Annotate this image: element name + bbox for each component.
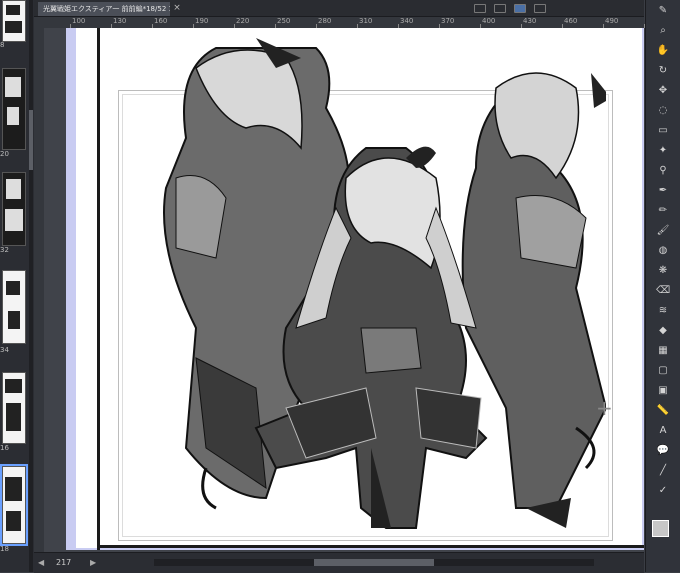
page-thumbnail[interactable]: [2, 172, 26, 246]
page-number: 34: [0, 346, 9, 354]
scrollbar-thumb[interactable]: [314, 559, 434, 566]
document-tab-bar: 光翼戦姫エクスティア一 前前編*18/52 19/52 ×: [34, 0, 644, 17]
page-thumbnail[interactable]: [2, 0, 26, 42]
ruler-tick-label: 280: [318, 17, 332, 25]
view-toggle-icon[interactable]: [474, 4, 486, 13]
correct-icon[interactable]: ✓: [656, 484, 670, 498]
ruler-tick-label: 190: [195, 17, 209, 25]
ruler-tick-label: 100: [72, 17, 86, 25]
view-toggle-icon[interactable]: [534, 4, 546, 13]
lasso-icon[interactable]: ◌: [656, 104, 670, 118]
line-icon[interactable]: ╱: [656, 464, 670, 478]
ruler-tick-label: 220: [236, 17, 250, 25]
character-right: [461, 72, 606, 528]
scrollbar-thumb[interactable]: [29, 110, 33, 170]
view-controls: [464, 0, 664, 15]
figure-icon[interactable]: ▢: [656, 364, 670, 378]
ruler-tick-label: 400: [482, 17, 496, 25]
ruler-tick-label: 430: [523, 17, 537, 25]
tool-palette: ✎ ⌕ ✋ ↻ ✥ ◌ ▭ ✦ ⚲ ✒ ✏ 🖌 ◍ ❋ ⌫ ≋ ◆ ▦ ▢ ▣ 📏 A 💬 ╱ ✓: [645, 0, 680, 572]
pen-tool-icon[interactable]: ✒: [656, 184, 670, 198]
frame-icon[interactable]: ▣: [656, 384, 670, 398]
page-number: 20: [0, 150, 9, 158]
ruler-tick-label: 160: [154, 17, 168, 25]
eyedropper-icon[interactable]: ⚲: [656, 164, 670, 178]
ruler-icon[interactable]: 📏: [656, 404, 670, 418]
crosshair-marker: +: [596, 396, 613, 420]
wand-icon[interactable]: ✦: [656, 144, 670, 158]
select-rect-icon[interactable]: ▭: [656, 124, 670, 138]
search-icon[interactable]: ⌕: [656, 24, 670, 38]
pen-icon[interactable]: ✎: [656, 4, 670, 18]
rotate-icon[interactable]: ↻: [656, 64, 670, 78]
ruler-tick-label: 310: [359, 17, 373, 25]
pencil-icon[interactable]: ✏: [656, 204, 670, 218]
eraser-icon[interactable]: ⌫: [656, 284, 670, 298]
nav-next-icon[interactable]: ▶: [90, 558, 96, 567]
ruler-tick-label: 130: [113, 17, 127, 25]
horizontal-scrollbar[interactable]: [154, 559, 594, 566]
ruler-tick-label: 340: [400, 17, 414, 25]
document-tab[interactable]: 光翼戦姫エクスティア一 前前編*18/52 19/52: [38, 2, 170, 16]
ruler-tick-label: 250: [277, 17, 291, 25]
view-toggle-icon[interactable]: [514, 4, 526, 13]
foreground-color-swatch[interactable]: [652, 520, 669, 537]
gradient-icon[interactable]: ▦: [656, 344, 670, 358]
page-thumbnail[interactable]: [2, 68, 26, 150]
hand-icon[interactable]: ✋: [656, 44, 670, 58]
canvas-workspace[interactable]: +: [44, 28, 644, 552]
ruler-tick-label: 460: [564, 17, 578, 25]
page-number: 16: [0, 444, 9, 452]
decoration-icon[interactable]: ❋: [656, 264, 670, 278]
balloon-icon[interactable]: 💬: [656, 444, 670, 458]
page-panel-scrollbar[interactable]: [29, 0, 33, 572]
close-tab-icon[interactable]: ×: [172, 3, 182, 13]
panel-border-left: [97, 28, 100, 550]
bleed-area: +: [66, 28, 644, 550]
nav-prev-icon[interactable]: ◀: [38, 558, 44, 567]
page-number: 32: [0, 246, 9, 254]
status-bar: ◀ 217 ▶: [34, 552, 644, 573]
illustration-artwork: [163, 38, 606, 529]
move-icon[interactable]: ✥: [656, 84, 670, 98]
color-indicator[interactable]: [652, 520, 676, 544]
zoom-level[interactable]: 217: [56, 558, 71, 567]
ruler-tick-label: 490: [605, 17, 619, 25]
page-manager-panel: 8 20 32 34 16 18: [0, 0, 35, 572]
airbrush-icon[interactable]: ◍: [656, 244, 670, 258]
view-toggle-icon[interactable]: [494, 4, 506, 13]
page-number: 8: [0, 41, 5, 49]
ruler-tick-label: 370: [441, 17, 455, 25]
page-thumbnail[interactable]: [2, 270, 26, 344]
brush-icon[interactable]: 🖌: [656, 224, 670, 238]
panel-border-bottom: [97, 545, 644, 548]
page-thumbnail-current[interactable]: [0, 464, 28, 546]
fill-icon[interactable]: ◆: [656, 324, 670, 338]
blend-icon[interactable]: ≋: [656, 304, 670, 318]
page-thumbnail[interactable]: [2, 372, 26, 444]
page-number: 18: [0, 545, 9, 553]
canvas-page[interactable]: [76, 28, 642, 548]
text-icon[interactable]: A: [656, 424, 670, 438]
